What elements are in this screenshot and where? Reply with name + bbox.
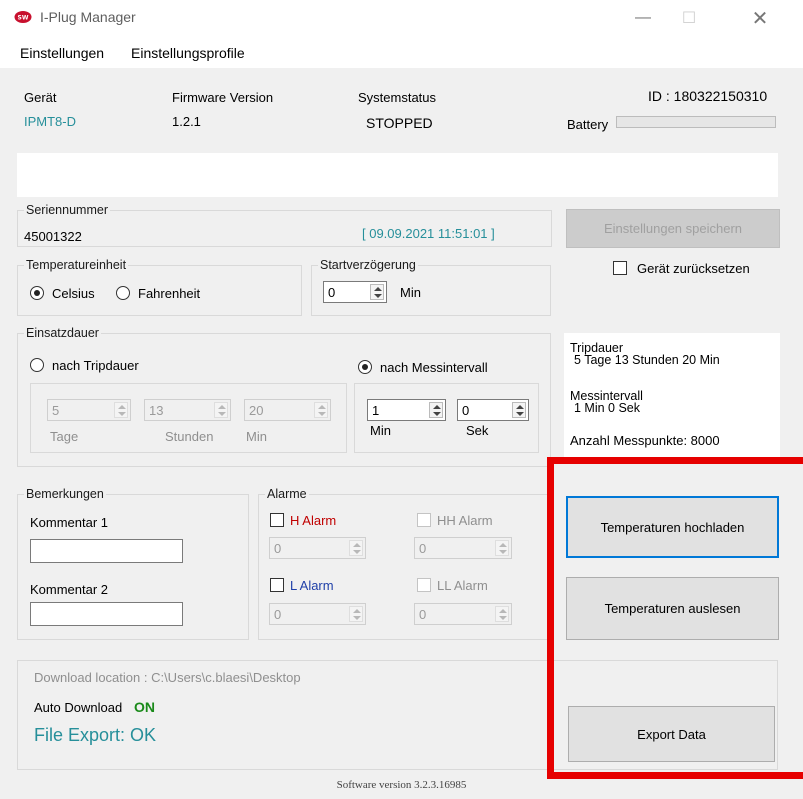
measurement-points: Anzahl Messpunkte: 8000 [570,433,720,448]
fahrenheit-label: Fahrenheit [138,286,201,301]
highlight-box [547,457,803,779]
system-status-value: STOPPED [366,115,433,131]
h-alarm-label: H Alarm [290,513,337,528]
trip-value: 5 Tage 13 Stunden 20 Min [574,353,720,367]
device-id: ID : 180322150310 [648,88,768,104]
hh-alarm-checkbox[interactable] [417,513,431,527]
ll-alarm-stepper[interactable]: 0 [414,603,512,625]
interval-sec-label: Sek [466,423,489,438]
status-message-panel [17,153,778,197]
ll-alarm-checkbox[interactable] [417,578,431,592]
app-logo-icon: SW [14,11,32,23]
trip-days-value: 5 [52,403,60,418]
trip-duration-radio[interactable] [30,358,44,372]
maximize-button[interactable]: ☐ [666,4,712,32]
fahrenheit-radio[interactable] [116,286,130,300]
close-button[interactable]: ✕ [737,4,783,32]
min-label: Min [246,429,267,444]
ll-alarm-label: LL Alarm [437,578,488,593]
comment2-input[interactable] [30,602,183,626]
remarks-legend: Bemerkungen [24,487,106,501]
file-export-status: File Export: OK [34,725,157,745]
celsius-radio[interactable] [30,286,44,300]
trip-days-stepper[interactable]: 5 [47,399,131,421]
spin-arrows-icon[interactable] [114,402,128,418]
interval-min-label: Min [370,423,391,438]
h-alarm-checkbox[interactable] [270,513,284,527]
temperature-unit-legend: Temperatureinheit [24,258,129,272]
serial-timestamp: [ 09.09.2021 11:51:01 ] [362,226,495,241]
window-title: I-Plug Manager [40,9,136,25]
l-alarm-value: 0 [274,607,282,622]
menu-bar [0,36,803,68]
interval-sec-value: 0 [462,403,470,418]
interval-min-value: 1 [372,403,380,418]
save-settings-button[interactable]: Einstellungen speichern [566,209,780,248]
trip-min-stepper[interactable]: 20 [244,399,331,421]
reset-device-checkbox[interactable] [613,261,627,275]
comment2-label: Kommentar 2 [30,582,109,597]
interval-radio[interactable] [358,360,372,374]
comment1-input[interactable] [30,539,183,563]
hh-alarm-value: 0 [419,541,427,556]
trip-hours-value: 13 [149,403,164,418]
spin-arrows-icon[interactable] [349,606,363,622]
battery-bar [616,116,776,128]
software-version: Software version 3.2.3.16985 [336,779,467,791]
minimize-button[interactable]: — [620,4,666,32]
hh-alarm-stepper[interactable]: 0 [414,537,512,559]
firmware-value: 1.2.1 [172,114,201,129]
menu-einstellungsprofile[interactable]: Einstellungsprofile [131,45,245,61]
h-alarm-stepper[interactable]: 0 [269,537,366,559]
serial-value: 45001322 [24,229,82,244]
spin-arrows-icon[interactable] [495,606,509,622]
reset-device-label: Gerät zurücksetzen [637,261,750,276]
interval-label: nach Messintervall [380,360,488,375]
trip-min-value: 20 [249,403,264,418]
interval-min-stepper[interactable]: 1 [367,399,446,421]
l-alarm-stepper[interactable]: 0 [269,603,366,625]
l-alarm-label: L Alarm [290,578,334,593]
spin-arrows-icon[interactable] [370,284,384,300]
hh-alarm-label: HH Alarm [437,513,493,528]
trip-duration-label: nach Tripdauer [52,358,139,373]
start-delay-unit: Min [400,285,421,300]
spin-arrows-icon[interactable] [495,540,509,556]
spin-arrows-icon[interactable] [512,402,526,418]
start-delay-stepper[interactable]: 0 [323,281,387,303]
device-value: IPMT8-D [24,114,76,129]
spin-arrows-icon[interactable] [214,402,228,418]
svg-text:SW: SW [18,15,29,22]
device-label: Gerät [24,90,57,105]
ll-alarm-value: 0 [419,607,427,622]
interval-value: 1 Min 0 Sek [574,401,641,415]
hours-label: Stunden [165,429,214,444]
start-delay-legend: Startverzögerung [318,258,418,272]
spin-arrows-icon[interactable] [429,402,443,418]
download-location: Download location : C:\Users\c.blaesi\De… [34,670,301,685]
days-label: Tage [50,429,79,444]
deployment-legend: Einsatzdauer [24,326,101,340]
spin-arrows-icon[interactable] [349,540,363,556]
celsius-label: Celsius [52,286,95,301]
auto-download-value: ON [134,699,155,715]
trip-hours-stepper[interactable]: 13 [144,399,231,421]
menu-einstellungen[interactable]: Einstellungen [20,45,104,61]
alarms-legend: Alarme [265,487,309,501]
interval-sec-stepper[interactable]: 0 [457,399,529,421]
system-status-label: Systemstatus [358,90,437,105]
h-alarm-value: 0 [274,541,282,556]
auto-download-label: Auto Download [34,700,123,715]
firmware-label: Firmware Version [172,90,274,105]
l-alarm-checkbox[interactable] [270,578,284,592]
start-delay-value: 0 [328,285,336,300]
battery-label: Battery [567,117,609,132]
serial-legend: Seriennummer [24,203,110,217]
spin-arrows-icon[interactable] [314,402,328,418]
comment1-label: Kommentar 1 [30,515,109,530]
